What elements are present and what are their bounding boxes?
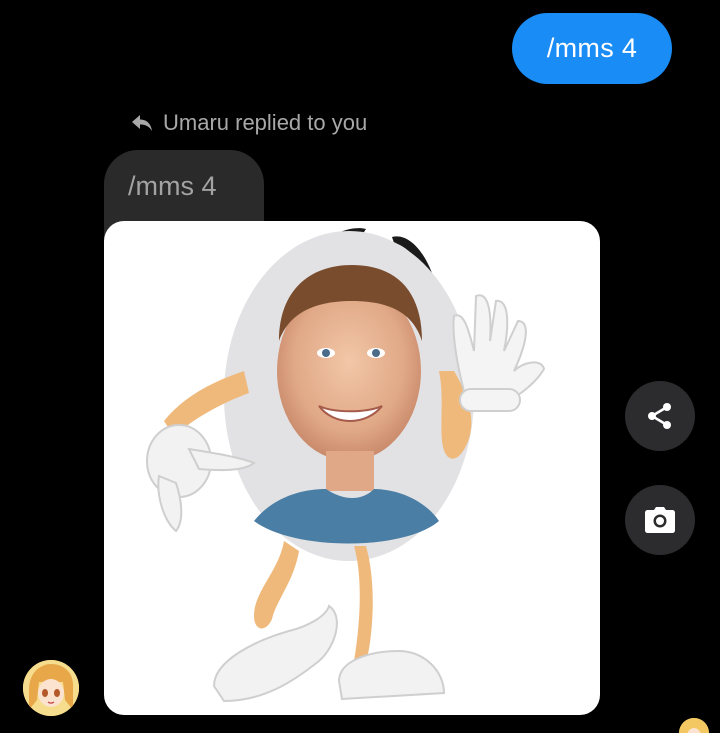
share-icon (648, 403, 671, 429)
sent-message-text: /mms 4 (546, 33, 638, 63)
quoted-message-text: /mms 4 (128, 171, 217, 201)
read-receipt-avatar (679, 718, 709, 733)
reply-label-text: Umaru replied to you (163, 110, 368, 135)
reply-arrow-icon (132, 115, 152, 131)
reply-indicator: Umaru replied to you (131, 108, 367, 138)
avatar[interactable] (23, 660, 79, 716)
camera-button[interactable] (625, 485, 695, 555)
mascot-photo-image (146, 228, 546, 703)
anime-avatar-small-image (679, 718, 709, 733)
share-button[interactable] (625, 381, 695, 451)
sent-message-bubble[interactable]: /mms 4 (512, 13, 672, 84)
camera-icon (645, 507, 675, 533)
anime-avatar-image (23, 660, 79, 716)
chat-screen: /mms 4 Umaru replied to you /mms 4 (0, 0, 720, 733)
image-message[interactable] (104, 221, 600, 715)
